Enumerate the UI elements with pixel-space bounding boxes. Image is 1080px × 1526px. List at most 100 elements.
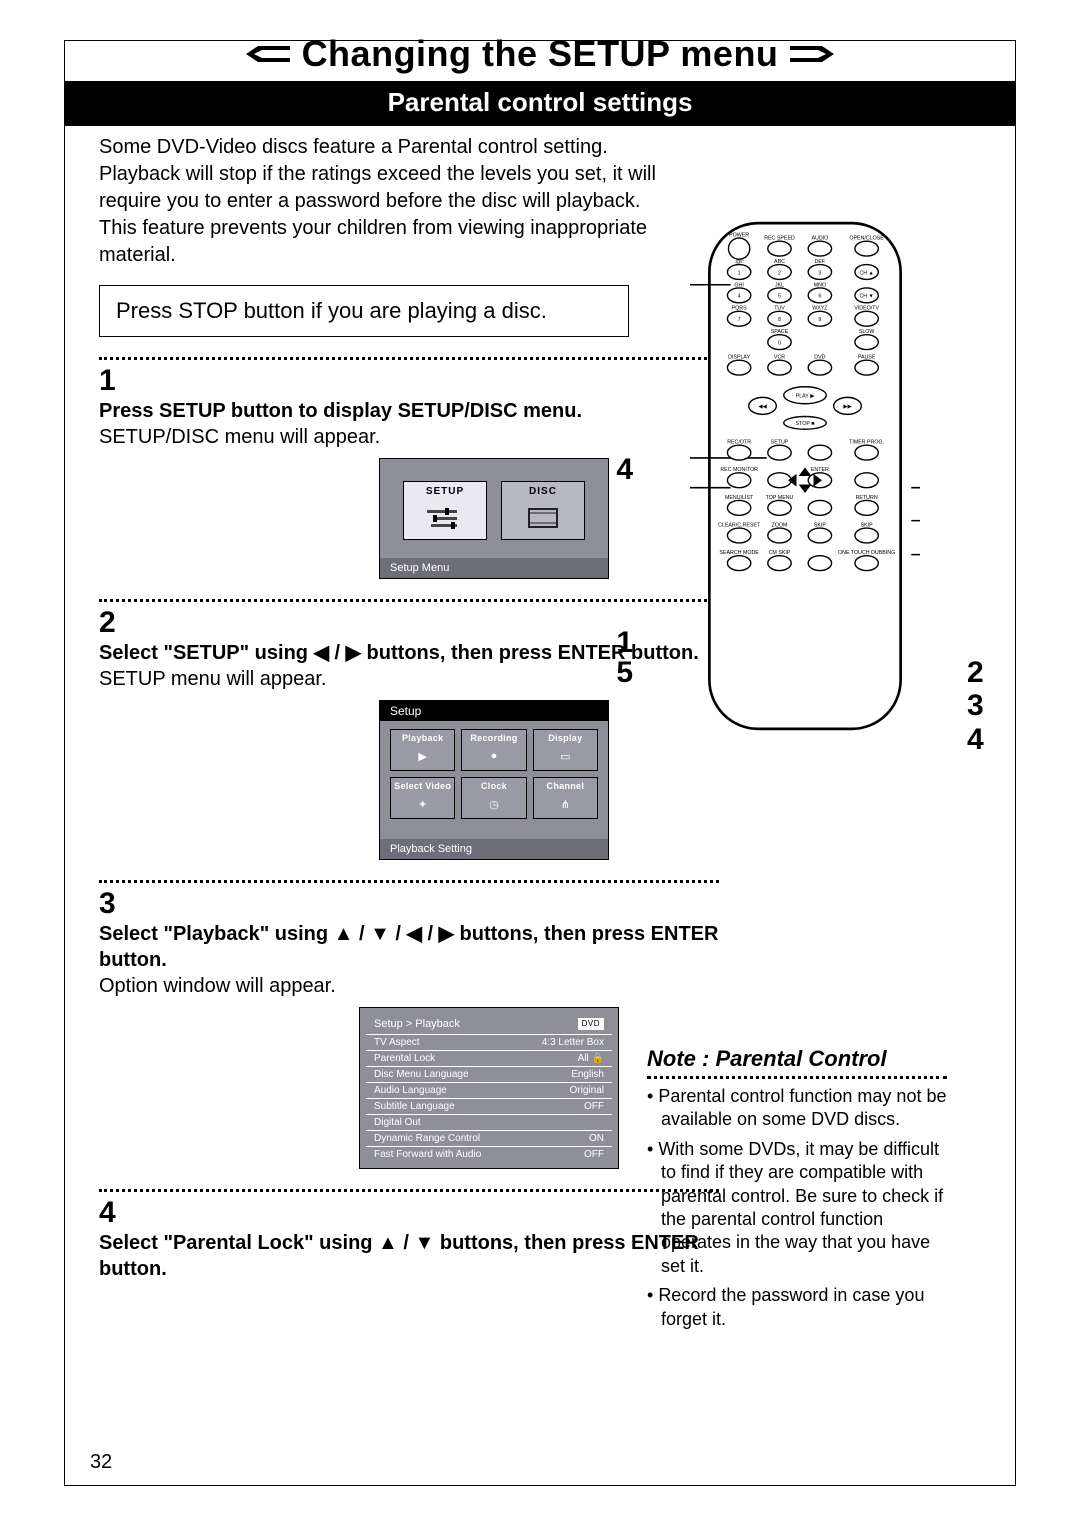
separator — [99, 357, 719, 360]
svg-text:CM SKIP: CM SKIP — [769, 550, 791, 556]
video-icon: ✦ — [394, 793, 451, 815]
film-icon — [506, 501, 580, 535]
svg-text:3: 3 — [818, 270, 821, 276]
callout-4-right: 4 — [967, 723, 984, 757]
svg-text:DVD: DVD — [814, 355, 825, 361]
screenshot-setup-disc: SETUP DISC Setup Menu — [379, 458, 609, 579]
play-icon: ▶ — [394, 745, 451, 767]
lock-icon: 🔒 — [592, 1053, 604, 1064]
screenshot-setup-grid: Setup Playback▶ Recording● Display▭ Sele… — [379, 700, 609, 860]
svg-text:CH ▲: CH ▲ — [859, 270, 873, 276]
svg-text:CLEAR/C.RESET: CLEAR/C.RESET — [718, 522, 761, 528]
svg-text:▶▶: ▶▶ — [843, 404, 851, 410]
svg-text:ABC: ABC — [774, 259, 785, 265]
record-icon: ● — [465, 745, 522, 767]
svg-text:PAUSE: PAUSE — [858, 355, 876, 361]
svg-text:MENU/LIST: MENU/LIST — [725, 495, 754, 501]
svg-text:7: 7 — [738, 317, 741, 323]
svg-text:SPACE: SPACE — [771, 329, 789, 335]
remote-svg: POWERREC SPEEDAUDIOOPEN/CLOSE.@/:1ABC2DE… — [690, 221, 920, 731]
table-row: Dynamic Range ControlON — [366, 1130, 612, 1146]
options-table: TV Aspect4:3 Letter Box Parental LockAll… — [366, 1034, 612, 1162]
svg-text:SLOW: SLOW — [859, 329, 875, 335]
separator — [99, 1189, 719, 1192]
svg-text:PLAY ▶: PLAY ▶ — [796, 394, 815, 400]
svg-text:TIMER PROG.: TIMER PROG. — [849, 440, 884, 446]
svg-text:6: 6 — [818, 294, 821, 300]
svg-text:REC MONITOR: REC MONITOR — [720, 467, 758, 473]
cell-recording: Recording● — [461, 729, 526, 771]
sliders-icon — [408, 501, 482, 535]
svg-text:WXYZ: WXYZ — [812, 306, 828, 312]
stop-note-box: Press STOP button if you are playing a d… — [99, 285, 629, 337]
decor-right — [790, 43, 834, 65]
svg-text:2: 2 — [778, 270, 781, 276]
antenna-icon: ⋔ — [537, 793, 594, 815]
svg-text:AUDIO: AUDIO — [811, 236, 828, 242]
cell-playback: Playback▶ — [390, 729, 455, 771]
svg-text:GHI: GHI — [734, 282, 743, 288]
callout-4-left: 4 — [616, 453, 633, 487]
table-row: Audio LanguageOriginal — [366, 1082, 612, 1098]
dvd-tag: DVD — [578, 1018, 604, 1030]
svg-text:MNO: MNO — [814, 282, 826, 288]
note-box: Note : Parental Control Parental control… — [647, 1046, 947, 1337]
step-1-heading: Press SETUP button to display SETUP/DISC… — [99, 398, 739, 424]
separator — [99, 880, 719, 883]
callout-1-left: 1 — [616, 626, 633, 660]
step-2-heading: Select "SETUP" using ◀ / ▶ buttons, then… — [99, 640, 739, 666]
svg-text:0: 0 — [778, 340, 781, 346]
svg-text:◀◀: ◀◀ — [758, 404, 766, 410]
svg-text:REC SPEED: REC SPEED — [764, 236, 795, 242]
table-row: Disc Menu LanguageEnglish — [366, 1066, 612, 1082]
svg-text:SETUP: SETUP — [771, 440, 789, 446]
table-row: TV Aspect4:3 Letter Box — [366, 1034, 612, 1050]
svg-text:OPEN/CLOSE: OPEN/CLOSE — [849, 236, 884, 242]
page-number: 32 — [90, 1451, 112, 1474]
svg-text:REC/OTR: REC/OTR — [727, 440, 751, 446]
step-2-text: SETUP menu will appear. — [99, 666, 739, 692]
svg-text:8: 8 — [778, 317, 781, 323]
svg-text:RETURN: RETURN — [856, 495, 878, 501]
svg-text:STOP ■: STOP ■ — [796, 421, 815, 427]
table-row: Subtitle LanguageOFF — [366, 1098, 612, 1114]
clock-icon: ◷ — [465, 793, 522, 815]
step-number-3: 3 — [99, 887, 981, 921]
svg-text:DEF: DEF — [815, 259, 826, 265]
svg-text:SKIP: SKIP — [814, 522, 827, 528]
cell-channel: Channel⋔ — [533, 777, 598, 819]
screen1-footer: Setup Menu — [380, 558, 608, 578]
svg-text:CH ▼: CH ▼ — [859, 294, 873, 300]
svg-text:TOP MENU: TOP MENU — [766, 495, 794, 501]
svg-text:5: 5 — [778, 294, 781, 300]
svg-text:4: 4 — [738, 294, 741, 300]
svg-text:SKIP: SKIP — [861, 522, 874, 528]
page-title: Changing the SETUP menu — [302, 33, 779, 75]
display-icon: ▭ — [537, 745, 594, 767]
cell-clock: Clock◷ — [461, 777, 526, 819]
step-3-heading: Select "Playback" using ▲ / ▼ / ◀ / ▶ bu… — [99, 921, 739, 973]
svg-text:ONE TOUCH DUBBING: ONE TOUCH DUBBING — [838, 550, 895, 556]
remote-diagram: 4 1 5 2 3 4 POWERREC SPEEDAUDIOOPEN/CLOS… — [665, 221, 945, 736]
svg-text:PQRS: PQRS — [732, 306, 747, 312]
note-item: Parental control function may not be ava… — [647, 1085, 947, 1132]
table-row: Fast Forward with AudioOFF — [366, 1146, 612, 1162]
svg-text:JKL: JKL — [775, 282, 784, 288]
note-item: With some DVDs, it may be difficult to f… — [647, 1138, 947, 1278]
svg-text:SEARCH MODE: SEARCH MODE — [719, 550, 759, 556]
cell-select-video: Select Video✦ — [390, 777, 455, 819]
svg-text:.@/:: .@/: — [734, 259, 744, 265]
table-row: Parental LockAll 🔒 — [366, 1050, 612, 1066]
svg-text:VIDEO/TV: VIDEO/TV — [854, 306, 879, 312]
svg-text:VCR: VCR — [774, 355, 785, 361]
intro-text: Some DVD-Video discs feature a Parental … — [99, 134, 719, 269]
step-4-heading: Select "Parental Lock" using ▲ / ▼ butto… — [99, 1230, 739, 1282]
svg-text:DISPLAY: DISPLAY — [728, 355, 750, 361]
page-frame: Changing the SETUP menu Parental control… — [64, 40, 1016, 1486]
table-row: Digital Out — [366, 1114, 612, 1130]
callout-5-left: 5 — [616, 656, 633, 690]
step-1-text: SETUP/DISC menu will appear. — [99, 424, 739, 450]
callout-3-right: 3 — [967, 689, 984, 723]
tab-setup: SETUP — [403, 481, 487, 540]
svg-text:ZOOM: ZOOM — [772, 522, 788, 528]
